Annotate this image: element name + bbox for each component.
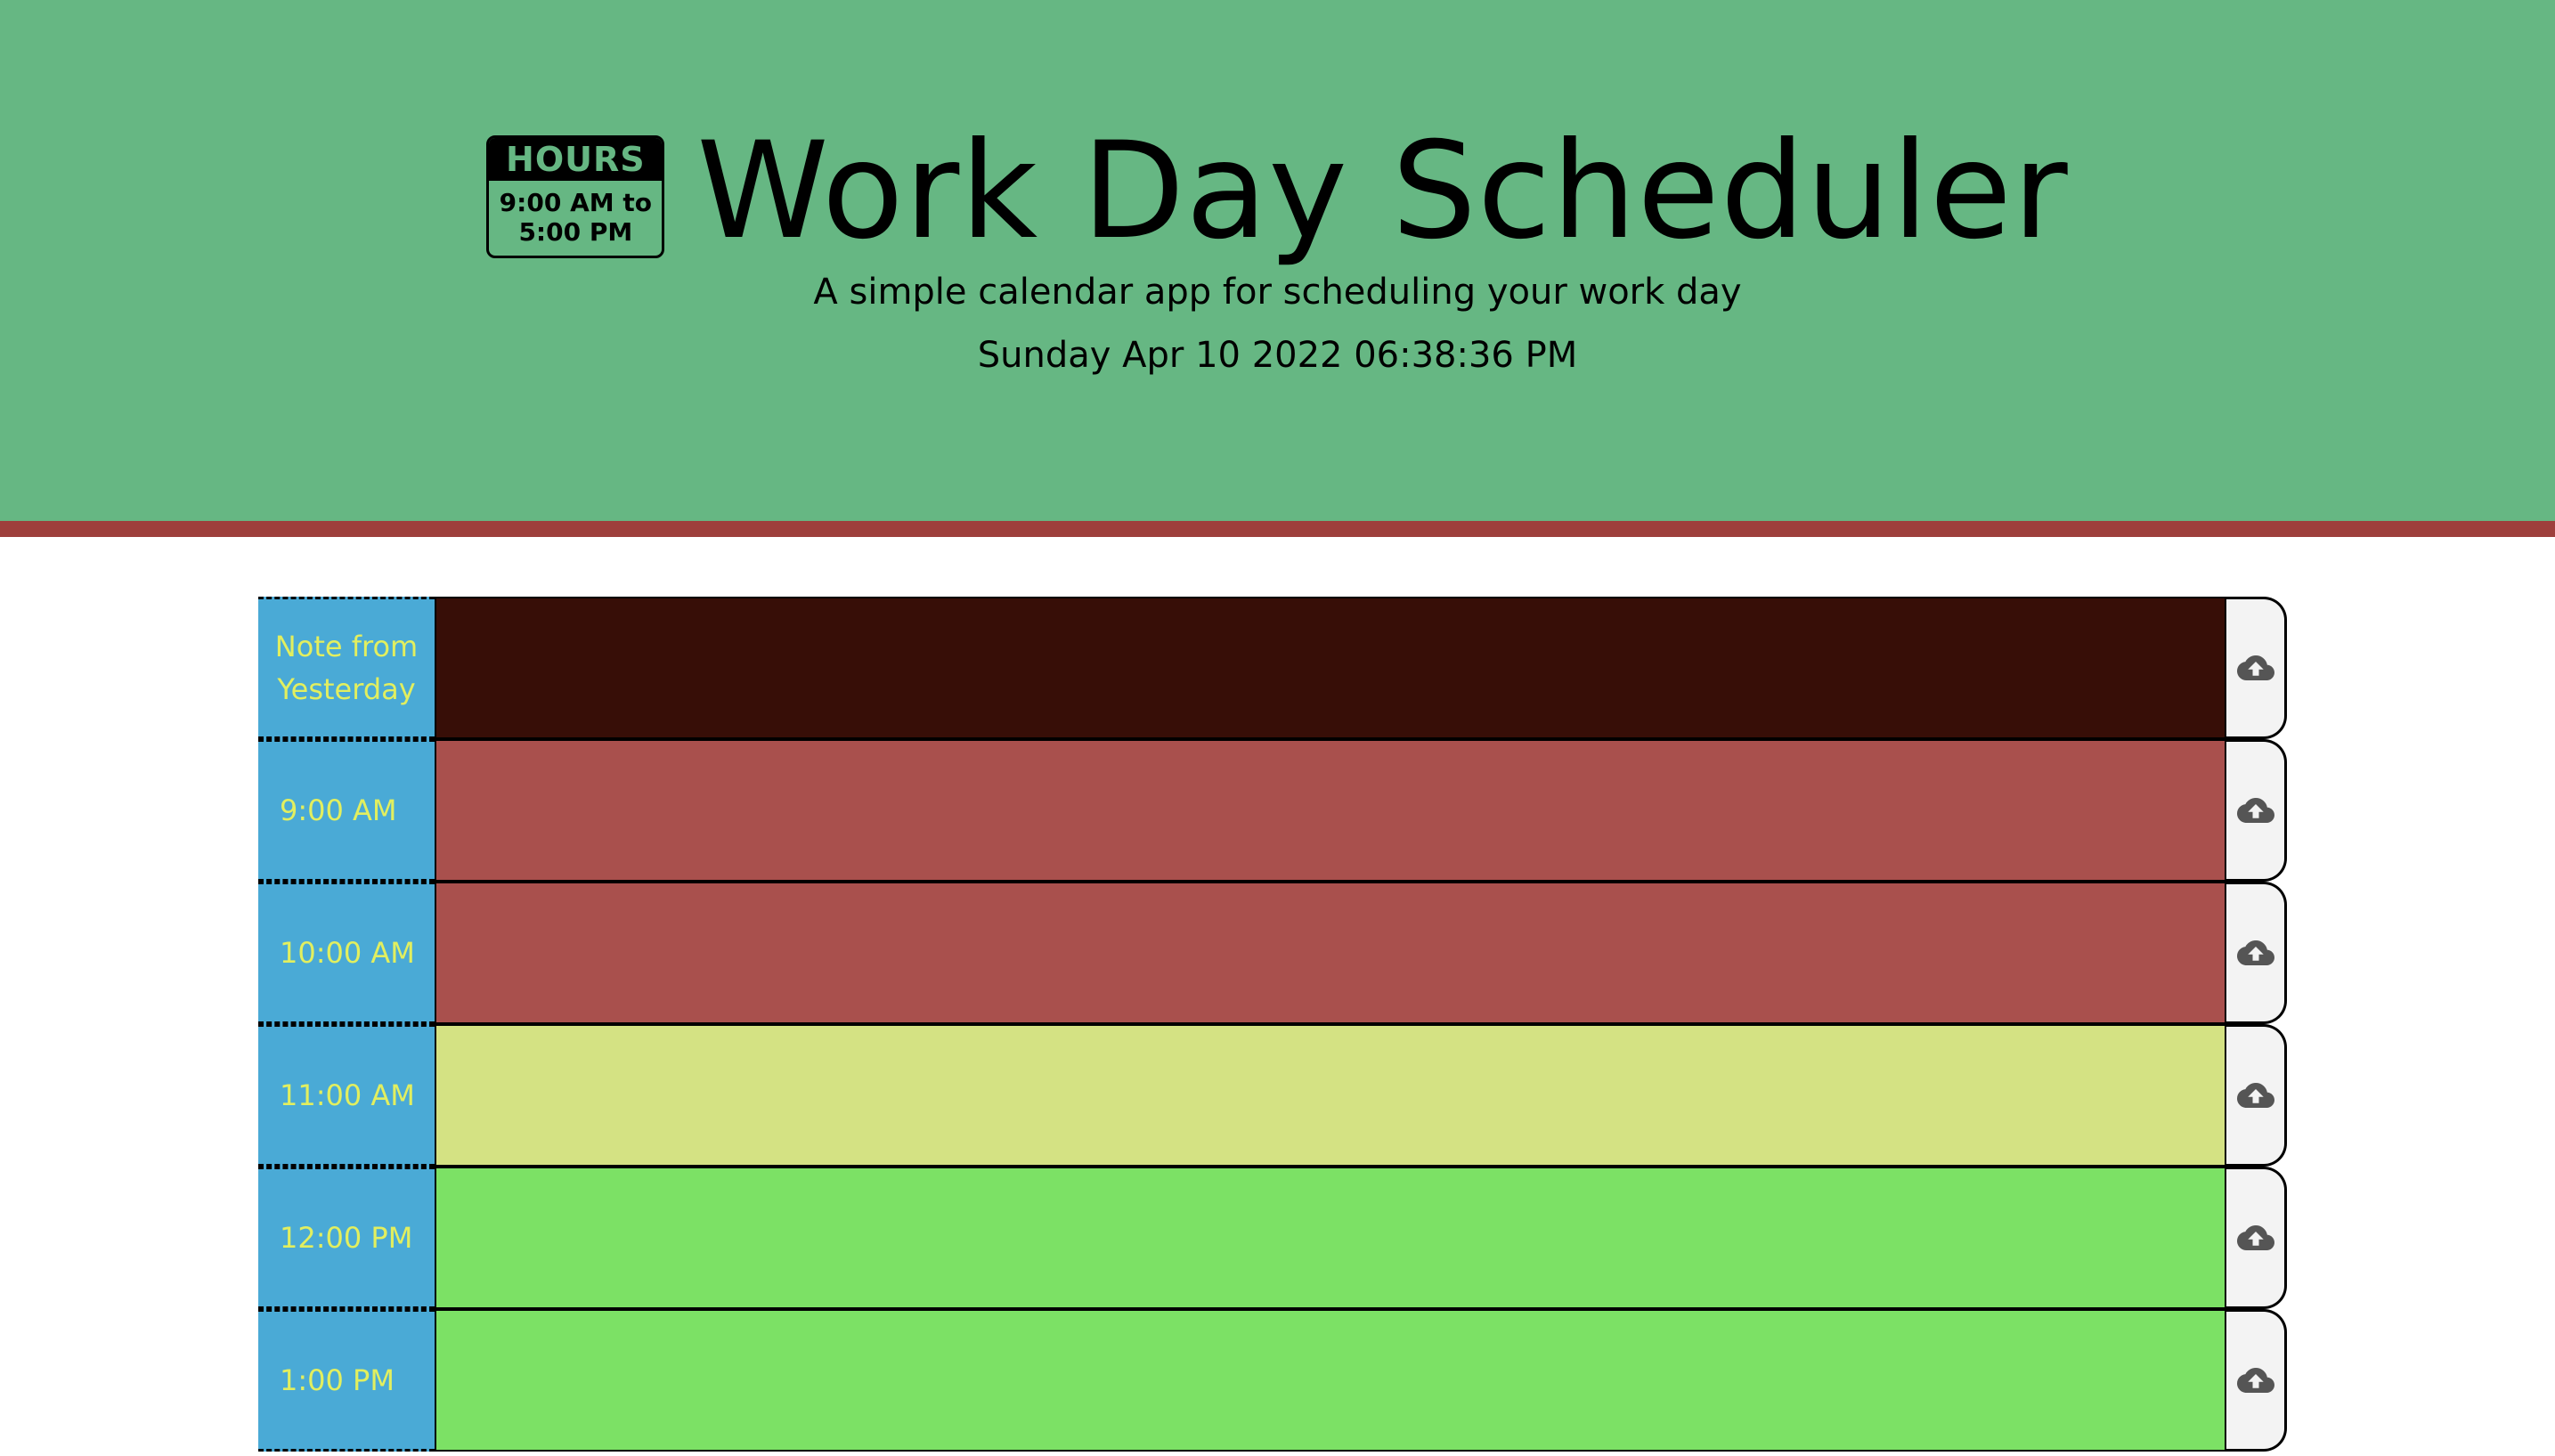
cloud-upload-icon bbox=[2236, 1368, 2274, 1393]
save-button[interactable] bbox=[2226, 882, 2287, 1024]
time-block-row: Note from Yesterday bbox=[258, 597, 2289, 739]
description-textarea[interactable] bbox=[435, 1167, 2226, 1309]
hours-badge-line2: 5:00 PM bbox=[518, 217, 633, 247]
scheduler-container: Note from Yesterday 9:00 AM 10:00 AM 11:… bbox=[258, 597, 2289, 1452]
cloud-upload-icon bbox=[2236, 940, 2274, 965]
hour-label: 1:00 PM bbox=[258, 1309, 435, 1452]
current-datetime: Sunday Apr 10 2022 06:38:36 PM bbox=[977, 335, 1578, 376]
cloud-upload-icon bbox=[2236, 1225, 2274, 1250]
save-button[interactable] bbox=[2226, 597, 2287, 739]
hours-badge-range: 9:00 AM to 5:00 PM bbox=[489, 181, 662, 256]
time-block-row: 1:00 PM bbox=[258, 1309, 2289, 1452]
save-button[interactable] bbox=[2226, 1167, 2287, 1309]
description-textarea[interactable] bbox=[435, 1024, 2226, 1167]
hour-label: 11:00 AM bbox=[258, 1024, 435, 1167]
hour-label: Note from Yesterday bbox=[258, 597, 435, 739]
time-block-row: 9:00 AM bbox=[258, 739, 2289, 882]
hour-label: 12:00 PM bbox=[258, 1167, 435, 1309]
save-button[interactable] bbox=[2226, 1309, 2287, 1452]
cloud-upload-icon bbox=[2236, 1083, 2274, 1108]
description-textarea[interactable] bbox=[435, 882, 2226, 1024]
page-subtitle: A simple calendar app for scheduling you… bbox=[813, 272, 1742, 313]
cloud-upload-icon bbox=[2236, 798, 2274, 823]
time-block-row: 10:00 AM bbox=[258, 882, 2289, 1024]
cloud-upload-icon bbox=[2236, 655, 2274, 680]
header-banner: HOURS 9:00 AM to 5:00 PM Work Day Schedu… bbox=[0, 0, 2555, 537]
description-textarea[interactable] bbox=[435, 597, 2226, 739]
description-textarea[interactable] bbox=[435, 739, 2226, 882]
hours-badge-line1: 9:00 AM to bbox=[499, 188, 652, 217]
page-title: Work Day Scheduler bbox=[696, 114, 2069, 269]
hours-badge-logo: HOURS 9:00 AM to 5:00 PM bbox=[486, 135, 665, 258]
hours-badge-top: HOURS bbox=[489, 138, 663, 181]
save-button[interactable] bbox=[2226, 739, 2287, 882]
time-block-row: 11:00 AM bbox=[258, 1024, 2289, 1167]
hour-label: 9:00 AM bbox=[258, 739, 435, 882]
time-block-row: 12:00 PM bbox=[258, 1167, 2289, 1309]
description-textarea[interactable] bbox=[435, 1309, 2226, 1452]
hour-label: 10:00 AM bbox=[258, 882, 435, 1024]
save-button[interactable] bbox=[2226, 1024, 2287, 1167]
title-row: HOURS 9:00 AM to 5:00 PM Work Day Schedu… bbox=[0, 116, 2555, 267]
